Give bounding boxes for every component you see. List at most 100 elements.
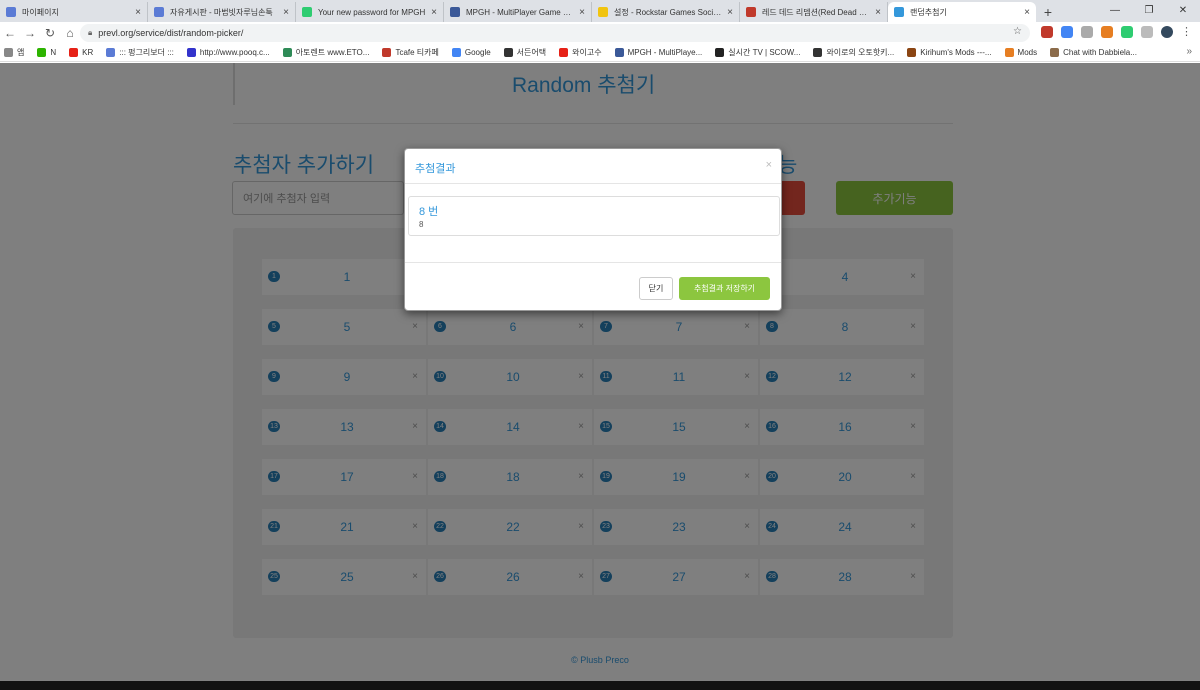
close-tab-icon[interactable]: × <box>135 7 141 18</box>
bookmark-item[interactable]: 앱 <box>4 47 24 58</box>
tab-strip: 마이페이지 × 자유게시판 - 마법빗자루님손툭 × Your new password… <box>0 0 1200 22</box>
bookmark-item[interactable]: ::: 펑그리보더 ::: <box>106 47 174 58</box>
tab[interactable]: Your new password for MPGH × <box>296 2 444 22</box>
close-icon[interactable]: × <box>766 159 772 171</box>
browser-toolbar: ← → ↻ ⌂ 🔒︎ prevl.org/service/dist/random… <box>0 22 1200 44</box>
close-tab-icon[interactable]: × <box>283 7 289 18</box>
favicon-icon <box>598 7 608 17</box>
tab[interactable]: MPGH - MultiPlayer Game Hack × <box>444 2 592 22</box>
favicon-icon <box>6 7 16 17</box>
bookmark-icon <box>715 48 725 57</box>
close-tab-icon[interactable]: × <box>579 7 585 18</box>
modal-title: 추첨결과 <box>415 163 456 175</box>
tab[interactable]: 마이페이지 × <box>0 2 148 22</box>
close-tab-icon[interactable]: × <box>727 7 733 18</box>
tab[interactable]: 설정 - Rockstar Games Social C × <box>592 2 740 22</box>
close-window-button[interactable]: ✕ <box>1166 0 1200 20</box>
bookmark-item[interactable]: 와이고수 <box>559 47 602 58</box>
new-tab-button[interactable]: + <box>1036 2 1060 22</box>
favicon-icon <box>746 7 756 17</box>
favicon-icon <box>894 7 904 17</box>
bookmark-item[interactable]: http://www.pooq.c... <box>186 48 270 57</box>
bookmark-icon <box>37 48 47 57</box>
bookmark-icon <box>614 48 624 57</box>
bookmark-item[interactable]: KR <box>69 48 93 57</box>
minimize-button[interactable]: — <box>1098 0 1132 20</box>
tab[interactable]: 랜덤추첨기 × <box>888 2 1036 22</box>
translate-icon[interactable] <box>1061 25 1073 38</box>
menu-icon[interactable]: ⋮ <box>1181 25 1192 38</box>
result-name: 8 번 <box>419 206 439 218</box>
bookmark-star-icon[interactable]: ☆ <box>1013 26 1022 37</box>
favicon-icon <box>154 7 164 17</box>
home-icon[interactable]: ⌂ <box>60 26 80 40</box>
bookmark-label: 실시간 TV | SCOW... <box>728 48 801 57</box>
bookmark-item[interactable]: Mods <box>1004 48 1038 57</box>
close-tab-icon[interactable]: × <box>1024 7 1030 18</box>
page-content: Random 추첨기 추첨자 추가하기 능 여기에 추첨자 입력 추가기능 11… <box>0 63 1200 681</box>
extension-icon[interactable] <box>1081 25 1093 38</box>
bookmark-icon <box>503 48 513 57</box>
bookmark-label: Kirihum's Mods ---... <box>920 48 992 57</box>
extension-icon[interactable] <box>1041 25 1053 38</box>
tab-title: 설정 - Rockstar Games Social C <box>614 7 724 17</box>
bookmark-item[interactable]: 서든어택 <box>503 47 547 58</box>
bookmark-icon <box>106 48 116 57</box>
close-tab-icon[interactable]: × <box>431 7 437 18</box>
bookmark-item[interactable]: 와이로의 오토핫키... <box>813 47 894 58</box>
bookmark-label: 서든어택 <box>516 48 547 57</box>
bookmark-icon <box>451 48 461 57</box>
bookmark-item[interactable]: Google <box>451 48 491 57</box>
back-icon[interactable]: ← <box>0 26 20 40</box>
bookmark-icon <box>813 48 823 57</box>
bookmark-label: 와이고수 <box>572 48 602 57</box>
tab-title: 마이페이지 <box>22 7 59 17</box>
extension-icon[interactable] <box>1121 25 1133 38</box>
tab-title: 랜덤추첨기 <box>910 7 947 17</box>
tab-title: MPGH - MultiPlayer Game Hack <box>466 7 576 17</box>
close-tab-icon[interactable]: × <box>875 7 881 18</box>
close-button[interactable]: 닫기 <box>639 277 673 300</box>
bookmark-label: 와이로의 오토핫키... <box>826 48 895 57</box>
bookmark-item[interactable]: Chat with Dabbiela... <box>1050 48 1137 57</box>
tab[interactable]: 자유게시판 - 마법빗자루님손툭 × <box>148 2 296 22</box>
favicon-icon <box>302 7 312 17</box>
bookmark-item[interactable]: Kirihum's Mods ---... <box>907 48 992 57</box>
bookmark-item[interactable]: 아토렌트 www.ETO... <box>282 47 370 58</box>
bookmark-icon <box>907 48 917 57</box>
bookmark-icon <box>4 48 13 57</box>
forward-icon[interactable]: → <box>20 26 40 40</box>
result-item: 8 번 8 <box>408 196 780 236</box>
bookmark-label: http://www.pooq.c... <box>199 48 270 57</box>
address-bar[interactable]: 🔒︎ prevl.org/service/dist/random-picker/… <box>80 24 1030 42</box>
bookmark-label: 아토렌트 www.ETO... <box>295 48 370 57</box>
tab-title: Your new password for MPGH <box>318 7 426 17</box>
save-result-button[interactable]: 추첨결과 저장하기 <box>679 277 770 300</box>
bookmark-label: 앱 <box>17 48 25 57</box>
bookmark-item[interactable]: MPGH - MultiPlaye... <box>614 48 702 57</box>
bookmark-item[interactable]: Tcafe 티카페 <box>382 47 439 58</box>
restore-button[interactable]: ❐ <box>1132 0 1166 20</box>
bookmark-label: ::: 펑그리보더 ::: <box>119 48 174 57</box>
bookmark-item[interactable]: N <box>37 48 56 57</box>
tab-title: 자유게시판 - 마법빗자루님손툭 <box>170 7 273 17</box>
bookmark-label: Chat with Dabbiela... <box>1063 48 1137 57</box>
shield-icon[interactable] <box>1141 25 1153 38</box>
result-sub: 8 <box>419 220 424 229</box>
address-text: prevl.org/service/dist/random-picker/ <box>98 28 244 38</box>
bookmark-item[interactable]: 실시간 TV | SCOW... <box>715 47 800 58</box>
reload-icon[interactable]: ↻ <box>40 26 60 40</box>
tab[interactable]: 레드 데드 리뎀션(Red Dead Red × <box>740 2 888 22</box>
window-controls: — ❐ ✕ <box>1098 0 1200 20</box>
bookmarks-bar: 앱 N KR::: 펑그리보더 ::: http://www.pooq.c... 아토렌… <box>0 44 1200 62</box>
bookmark-icon <box>1050 48 1060 57</box>
bookmark-label: Tcafe 티카페 <box>395 48 439 57</box>
bookmark-icon <box>1004 48 1014 57</box>
bookmarks-more-icon[interactable]: » <box>1186 46 1192 57</box>
avatar[interactable] <box>1161 25 1173 38</box>
bookmark-icon <box>69 48 79 57</box>
extension-icon[interactable] <box>1101 25 1113 38</box>
bookmark-icon <box>559 48 569 57</box>
bookmark-label: Mods <box>1017 48 1038 57</box>
modal-footer: 닫기 추첨결과 저장하기 <box>405 262 781 310</box>
